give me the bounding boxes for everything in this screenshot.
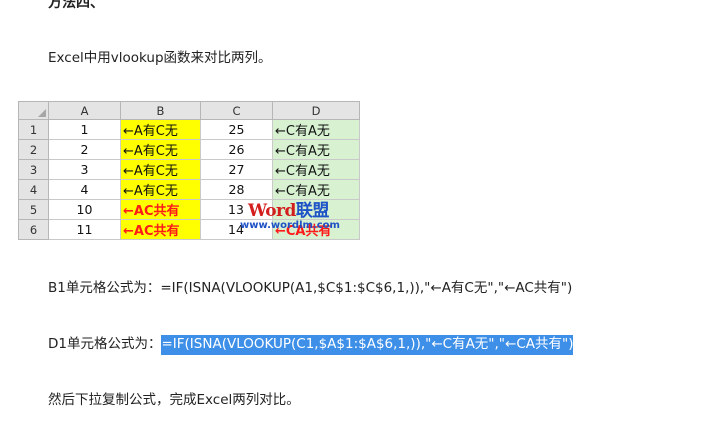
row-number: 5 [18, 199, 49, 220]
column-header-d: D [272, 101, 360, 120]
cell-a: 10 [48, 199, 121, 220]
d1-formula-label: D1单元格公式为： [48, 336, 162, 352]
intro-text: Excel中用vlookup函数来对比两列。 [48, 50, 272, 66]
watermark-logo: Word联盟 [248, 196, 329, 221]
sheet-row: 1 1 ←A有C无 25 ←C有A无 [18, 119, 360, 140]
cell-b: ←A有C无 [120, 179, 201, 200]
sheet-row: 2 2 ←A有C无 26 ←C有A无 [18, 139, 360, 160]
cell-a: 2 [48, 139, 121, 160]
section-heading: 方法四、 [48, 0, 104, 11]
cell-c: 26 [200, 139, 273, 160]
select-all-corner [18, 101, 49, 120]
row-number: 3 [18, 159, 49, 180]
watermark-word: Word [248, 201, 296, 221]
cell-a: 11 [48, 219, 121, 240]
cell-b: ←A有C无 [120, 139, 201, 160]
cell-a: 4 [48, 179, 121, 200]
row-number: 2 [18, 139, 49, 160]
sheet-row: 3 3 ←A有C无 27 ←C有A无 [18, 159, 360, 180]
row-number: 4 [18, 179, 49, 200]
cell-d: ←C有A无 [272, 139, 360, 160]
cell-c: 27 [200, 159, 273, 180]
cell-b: ←AC共有 [120, 219, 201, 240]
d1-formula-selection[interactable]: =IF(ISNA(VLOOKUP(C1,$A$1:$A$6,1,)),"←C有A… [161, 335, 574, 355]
column-header-b: B [120, 101, 201, 120]
cell-b: ←A有C无 [120, 119, 201, 140]
column-header-row: A B C D [18, 101, 360, 120]
watermark-cn: 联盟 [295, 201, 330, 221]
cell-b: ←A有C无 [120, 159, 201, 180]
conclusion-text: 然后下拉复制公式，完成Excel两列对比。 [48, 392, 300, 408]
column-header-a: A [48, 101, 121, 120]
cell-b: ←AC共有 [120, 199, 201, 220]
cell-c: 25 [200, 119, 273, 140]
cell-d: ←C有A无 [272, 159, 360, 180]
row-number: 6 [18, 219, 49, 240]
cell-a: 3 [48, 159, 121, 180]
d1-formula-line: D1单元格公式为：=IF(ISNA(VLOOKUP(C1,$A$1:$A$6,1… [48, 334, 574, 355]
watermark-url: www.wordlm.com [240, 220, 340, 231]
column-header-c: C [200, 101, 273, 120]
cell-d: ←C有A无 [272, 119, 360, 140]
cell-a: 1 [48, 119, 121, 140]
b1-formula-text: B1单元格公式为：=IF(ISNA(VLOOKUP(A1,$C$1:$C$6,1… [48, 280, 573, 296]
row-number: 1 [18, 119, 49, 140]
